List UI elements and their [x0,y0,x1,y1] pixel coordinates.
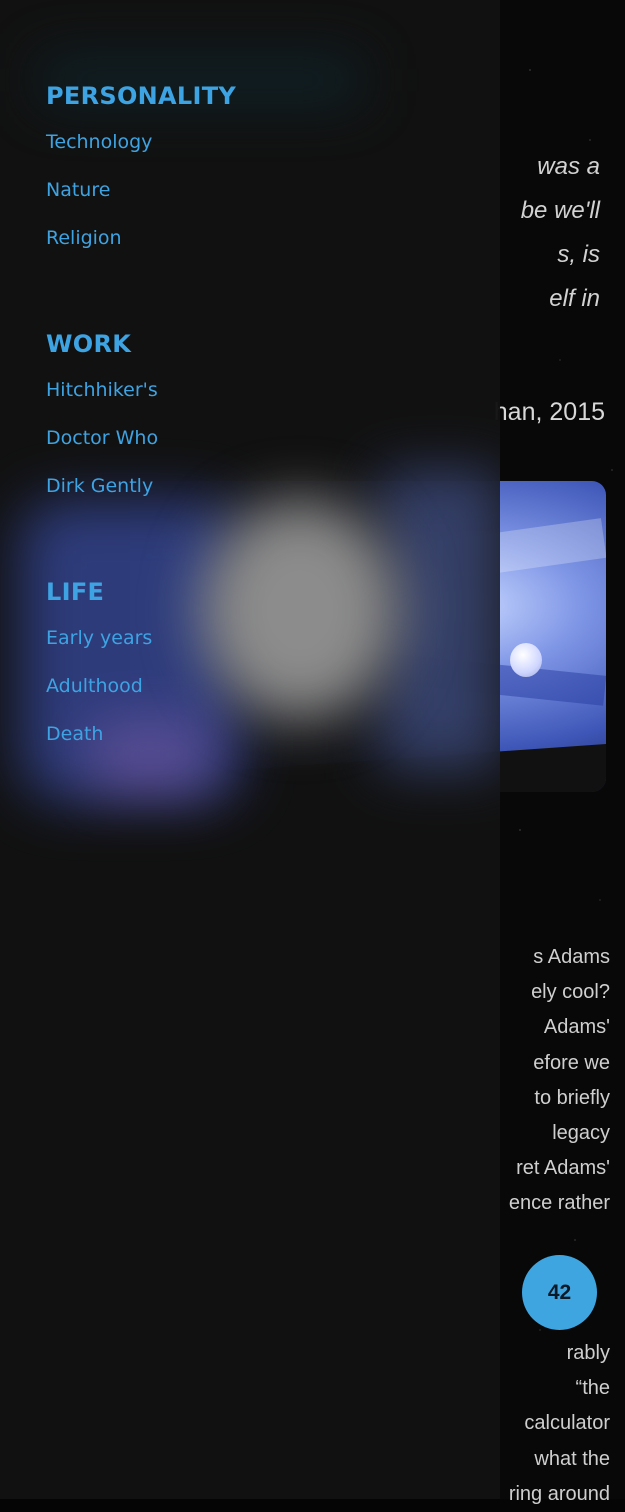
navigation-drawer: PERSONALITY Technology Nature Religion W… [0,0,500,1499]
nav-link-death[interactable]: Death [46,722,152,746]
nav-heading: LIFE [46,578,105,606]
nav-section-life: LIFE Early years Adulthood Death [46,578,152,746]
nav-link-hitchhikers[interactable]: Hitchhiker's [46,378,158,402]
nav-section-work: WORK Hitchhiker's Doctor Who Dirk Gently [46,330,158,498]
nav-link-doctor-who[interactable]: Doctor Who [46,426,158,450]
nav-link-dirk-gently[interactable]: Dirk Gently [46,474,158,498]
nav-link-adulthood[interactable]: Adulthood [46,674,152,698]
nav-heading: WORK [46,330,132,358]
nav-link-early-years[interactable]: Early years [46,626,152,650]
nav-link-nature[interactable]: Nature [46,178,236,202]
nav-link-technology[interactable]: Technology [46,130,236,154]
blur-decoration [200,500,400,720]
nav-link-religion[interactable]: Religion [46,226,236,250]
planet-orb [510,643,542,677]
nav-section-personality: PERSONALITY Technology Nature Religion [46,82,236,250]
answer-badge-button[interactable]: 42 [522,1255,597,1330]
nav-heading: PERSONALITY [46,82,237,110]
